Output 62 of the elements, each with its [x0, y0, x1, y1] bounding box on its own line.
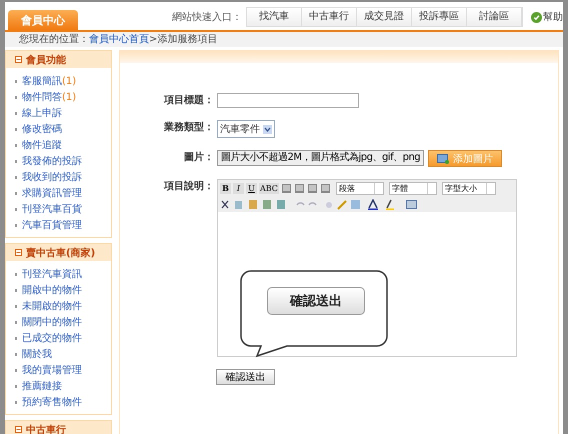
sidebar-section-header[interactable]: 中古車行 — [6, 421, 111, 434]
sidebar-item[interactable]: 推薦鏈接 — [22, 379, 62, 393]
editor-dropdown[interactable]: 字型大小 — [442, 182, 496, 194]
quick-entry-label: 網站快速入口： — [172, 10, 242, 24]
breadcrumb-prefix: 您現在的位置： — [19, 34, 89, 45]
align-icon[interactable] — [320, 182, 331, 194]
quick-link[interactable]: 討論區 — [467, 8, 522, 26]
sidebar-item[interactable]: 修改密碼 — [22, 122, 62, 136]
editor-dropdown[interactable]: 字體 — [388, 182, 437, 194]
format-button[interactable]: U — [246, 182, 257, 194]
sidebar-section-title: 中古車行 — [26, 424, 66, 434]
sidebar-item[interactable]: 我收到的投訴 — [22, 170, 82, 184]
sidebar-section-title: 賣中古車(商家) — [26, 246, 96, 260]
image-path-field[interactable]: 圖片大小不超過2M，圖片格式為jpg、gif、png — [217, 150, 424, 166]
sidebar-item[interactable]: 客服簡訊(1) — [22, 74, 76, 88]
sidebar-item[interactable]: 線上申訴 — [22, 106, 62, 120]
breadcrumb-link[interactable]: 會員中心首頁 — [89, 34, 149, 45]
collapse-icon — [15, 249, 22, 256]
sidebar-item[interactable]: 我的賣場管理 — [22, 363, 82, 377]
quick-link[interactable]: 成交見證 — [357, 8, 412, 26]
sidebar-section-header[interactable]: 賣中古車(商家) — [6, 244, 111, 261]
help-link[interactable]: 幫助 — [543, 10, 563, 24]
sidebar-item[interactable]: 物件問答(1) — [22, 90, 76, 104]
sidebar-item[interactable]: 我發佈的投訴 — [22, 154, 82, 168]
business-type-select[interactable]: 汽車零件 — [217, 120, 275, 138]
sidebar-section-header[interactable]: 會員功能 — [6, 51, 111, 68]
quick-link[interactable]: 中古車行 — [302, 8, 357, 26]
quick-link[interactable]: 找汽車 — [247, 8, 302, 26]
submit-button[interactable]: 確認送出 — [216, 369, 275, 385]
format-button[interactable]: ABC — [259, 182, 279, 194]
collapse-icon — [15, 426, 22, 433]
dropdown-arrow-icon — [263, 124, 272, 134]
align-icon[interactable] — [294, 182, 305, 194]
quick-link[interactable]: 投訴專區 — [412, 8, 467, 26]
format-button[interactable]: B — [220, 182, 231, 194]
field-label: 圖片： — [183, 150, 215, 164]
field-label: 業務類型： — [163, 120, 215, 134]
sidebar-item[interactable]: 刊登汽車百貨 — [22, 202, 82, 216]
align-icon[interactable] — [306, 182, 318, 194]
sidebar-item[interactable]: 已成交的物件 — [22, 331, 82, 345]
format-button[interactable]: I — [233, 182, 244, 194]
callout-submit-button[interactable]: 確認送出 — [267, 287, 365, 315]
breadcrumb-current: >添加服務項目 — [149, 34, 218, 45]
field-label: 項目標題： — [162, 94, 215, 107]
sidebar-item[interactable]: 開啟中的物件 — [22, 283, 82, 297]
align-icon[interactable] — [280, 182, 292, 194]
sidebar-item[interactable]: 關於我 — [22, 347, 52, 361]
sidebar-section-title: 會員功能 — [26, 54, 66, 66]
sidebar-item[interactable]: 關閉中的物件 — [22, 315, 82, 329]
help-icon[interactable] — [531, 12, 542, 22]
title-input-field[interactable] — [217, 93, 359, 108]
sidebar-item[interactable]: 汽車百貨管理 — [22, 218, 82, 232]
collapse-icon — [15, 56, 22, 63]
sidebar-item[interactable]: 刊登汽車資訊 — [22, 267, 82, 281]
editor-dropdown[interactable]: 段落 — [336, 182, 384, 194]
sidebar-item[interactable]: 未開啟的物件 — [22, 299, 82, 313]
source-view-icon[interactable] — [406, 198, 417, 210]
picture-icon — [437, 154, 450, 164]
sidebar-item[interactable]: 預約寄售物件 — [22, 395, 82, 409]
field-label: 項目說明： — [162, 180, 215, 193]
sidebar-item[interactable]: 物件追蹤 — [22, 138, 62, 152]
sidebar-item[interactable]: 求購資訊管理 — [22, 186, 82, 200]
